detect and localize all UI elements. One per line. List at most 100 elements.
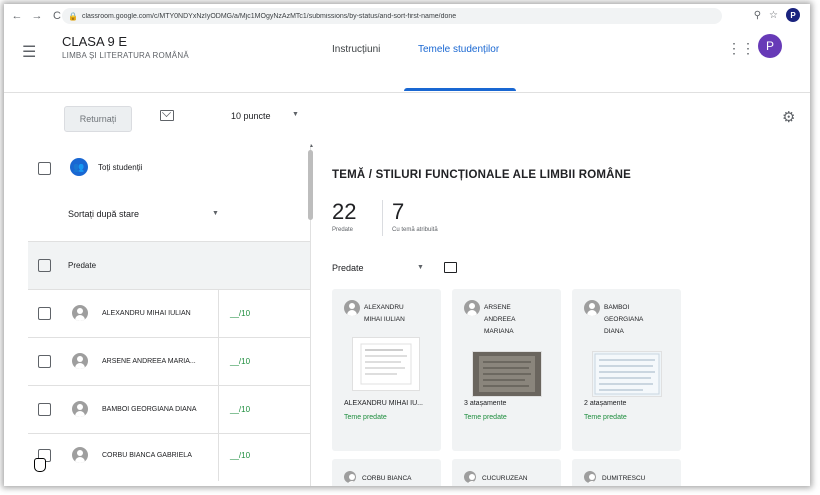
avatar: [584, 471, 596, 483]
all-students-label: Toți studenții: [98, 163, 143, 172]
divider: [218, 434, 219, 481]
card-status: Teme predate: [464, 414, 507, 421]
app-header: ☰ CLASA 9 E LIMBA ȘI LITERATURA ROMÂNĂ I…: [4, 28, 810, 93]
scroll-up-icon[interactable]: ▲: [309, 143, 314, 149]
folder-icon[interactable]: [444, 262, 457, 273]
people-icon: 👥: [70, 158, 88, 176]
star-icon[interactable]: ☆: [769, 10, 778, 21]
menu-icon[interactable]: ☰: [22, 42, 36, 62]
email-icon[interactable]: [160, 110, 174, 121]
class-name[interactable]: CLASA 9 E: [62, 34, 127, 49]
assignment-title: TEMĂ / STILURI FUNCȚIONALE ALE LIMBII RO…: [332, 169, 632, 181]
grade-field[interactable]: __/10: [230, 405, 250, 414]
card-caption: ALEXANDRU MIHAI IU...: [344, 400, 423, 407]
submission-card[interactable]: ARSENE ANDREEA MARIANA 3 atașamente Teme…: [452, 289, 561, 451]
return-button[interactable]: Returnați: [64, 106, 132, 132]
divider: [218, 338, 219, 385]
attachment-thumbnail[interactable]: [352, 337, 420, 391]
card-student-name: ARSENE ANDREEA MARIANA: [484, 302, 554, 338]
student-list-panel: 👥 Toți studenții Sortați după stare ▼ Pr…: [28, 144, 311, 486]
stats-divider: [382, 200, 383, 236]
student-row[interactable]: CORBU BIANCA GABRIELA __/10: [28, 434, 310, 481]
name-line: GEORGIANA: [604, 316, 644, 323]
avatar: [344, 300, 360, 316]
chevron-down-icon[interactable]: ▼: [292, 111, 299, 118]
back-icon[interactable]: ←: [10, 10, 24, 22]
filter-select[interactable]: Predate: [332, 263, 364, 273]
grade-field[interactable]: __/10: [230, 357, 250, 366]
student-name: ALEXANDRU MIHAI IULIAN: [102, 310, 191, 317]
tab-student-work[interactable]: Temele studenților: [418, 44, 499, 55]
address-bar[interactable]: 🔒 classroom.google.com/c/MTY0NDYxNzIyODM…: [62, 8, 722, 24]
card-status: Teme predate: [344, 414, 387, 421]
card-student-name: BAMBOI GEORGIANA DIANA: [604, 302, 674, 338]
avatar: [72, 353, 88, 369]
student-name: CORBU BIANCA GABRIELA: [102, 452, 192, 459]
student-name: BAMBOI GEORGIANA DIANA: [102, 406, 197, 413]
card-student-name: CUCURUZEAN: [482, 475, 528, 482]
name-line: BAMBOI: [604, 304, 630, 311]
student-name: ARSENE ANDREEA MARIA...: [102, 358, 196, 365]
zoom-icon[interactable]: ⚲: [754, 10, 761, 21]
select-all-checkbox[interactable]: [38, 162, 51, 175]
points-select[interactable]: 10 puncte: [231, 111, 271, 121]
scrollbar-thumb[interactable]: [308, 150, 313, 220]
attachment-thumbnail[interactable]: [592, 351, 662, 397]
document-preview-icon: [360, 343, 412, 385]
sort-select[interactable]: Sortați după stare: [68, 209, 139, 219]
name-line: MARIANA: [484, 328, 514, 335]
name-line: ARSENE: [484, 304, 511, 311]
name-line: MIHAI IULIAN: [364, 316, 405, 323]
card-student-name: DUMITRESCU: [602, 475, 646, 482]
attachment-thumbnail[interactable]: [472, 351, 542, 397]
url-text[interactable]: classroom.google.com/c/MTY0NDYxNzIyODMG/…: [82, 13, 456, 20]
submission-card[interactable]: CUCURUZEAN: [452, 459, 561, 486]
chevron-down-icon[interactable]: ▼: [212, 210, 219, 217]
avatar: [344, 471, 356, 483]
submission-card[interactable]: DUMITRESCU: [572, 459, 681, 486]
browser-actions: ⚲ ☆ P: [754, 8, 800, 22]
avatar: [464, 300, 480, 316]
divider: [218, 290, 219, 337]
chevron-down-icon[interactable]: ▼: [417, 264, 424, 271]
card-student-name: ALEXANDRU MIHAI IULIAN: [364, 302, 434, 326]
section-label: Predate: [68, 261, 97, 270]
avatar: [72, 305, 88, 321]
student-row[interactable]: ARSENE ANDREEA MARIA... __/10: [28, 338, 310, 386]
lock-icon: 🔒: [68, 11, 78, 21]
assigned-count: 7: [392, 199, 405, 224]
gear-icon[interactable]: ⚙: [782, 108, 795, 126]
card-status: Teme predate: [584, 414, 627, 421]
photo-preview-icon: [594, 353, 660, 395]
name-line: DIANA: [604, 328, 624, 335]
active-tab-indicator: [404, 88, 516, 91]
section-header-turned-in: Predate: [28, 241, 310, 290]
forward-icon[interactable]: →: [30, 10, 44, 22]
card-caption: 2 atașamente: [584, 400, 627, 407]
browser-toolbar: ← → C 🔒 classroom.google.com/c/MTY0NDYxN…: [4, 4, 810, 28]
tab-instructions[interactable]: Instrucțiuni: [332, 44, 380, 55]
all-students-row: 👥 Toți studenții: [28, 144, 310, 192]
photo-preview-icon: [473, 352, 541, 396]
profile-avatar[interactable]: P: [758, 34, 782, 58]
toolbar: Returnați 10 puncte ▼ ⚙: [4, 100, 810, 142]
student-checkbox[interactable]: [38, 403, 51, 416]
mouse-cursor-icon: [34, 458, 46, 472]
student-checkbox[interactable]: [38, 307, 51, 320]
student-checkbox[interactable]: [38, 355, 51, 368]
browser-profile-avatar[interactable]: P: [786, 8, 800, 22]
submission-card[interactable]: CORBU BIANCA: [332, 459, 441, 486]
app-window: ← → C 🔒 classroom.google.com/c/MTY0NDYxN…: [4, 4, 810, 486]
student-row[interactable]: ALEXANDRU MIHAI IULIAN __/10: [28, 290, 310, 338]
assigned-label: Cu temă atribuită: [392, 227, 438, 233]
section-checkbox[interactable]: [38, 259, 51, 272]
grade-field[interactable]: __/10: [230, 309, 250, 318]
grade-field[interactable]: __/10: [230, 451, 250, 460]
name-line: ALEXANDRU: [364, 304, 404, 311]
submission-card[interactable]: ALEXANDRU MIHAI IULIAN ALEXANDRU MIHAI I…: [332, 289, 441, 451]
submission-card[interactable]: BAMBOI GEORGIANA DIANA 2 atașamente Teme…: [572, 289, 681, 451]
student-row[interactable]: BAMBOI GEORGIANA DIANA __/10: [28, 386, 310, 434]
card-caption: 3 atașamente: [464, 400, 507, 407]
turned-in-count: 22: [332, 199, 357, 224]
card-student-name: CORBU BIANCA: [362, 475, 412, 482]
